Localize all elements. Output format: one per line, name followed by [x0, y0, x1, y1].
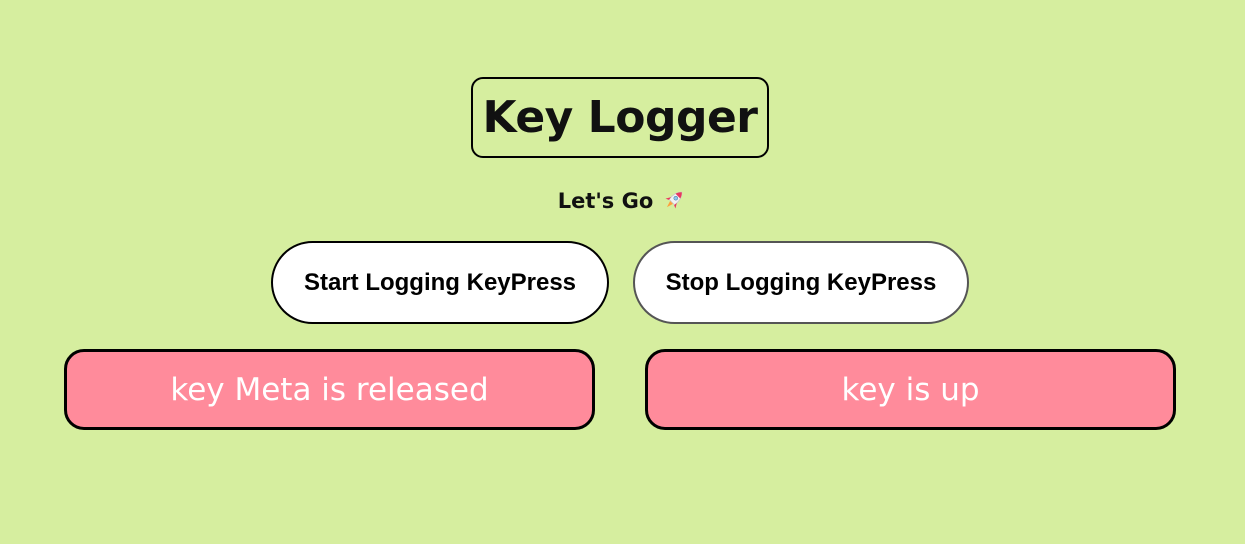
title-box: Key Logger: [471, 77, 769, 158]
key-event-card: key Meta is released: [64, 349, 595, 430]
start-logging-button[interactable]: Start Logging KeyPress: [271, 241, 609, 324]
subtitle: Let's Go: [0, 186, 1245, 216]
stop-logging-button[interactable]: Stop Logging KeyPress: [633, 241, 969, 324]
key-event-text: key Meta is released: [170, 371, 489, 408]
key-state-card: key is up: [645, 349, 1176, 430]
page-title: Key Logger: [482, 92, 758, 143]
subtitle-text: Let's Go: [557, 189, 654, 213]
rocket-icon: [661, 187, 687, 213]
key-state-text: key is up: [841, 371, 980, 408]
